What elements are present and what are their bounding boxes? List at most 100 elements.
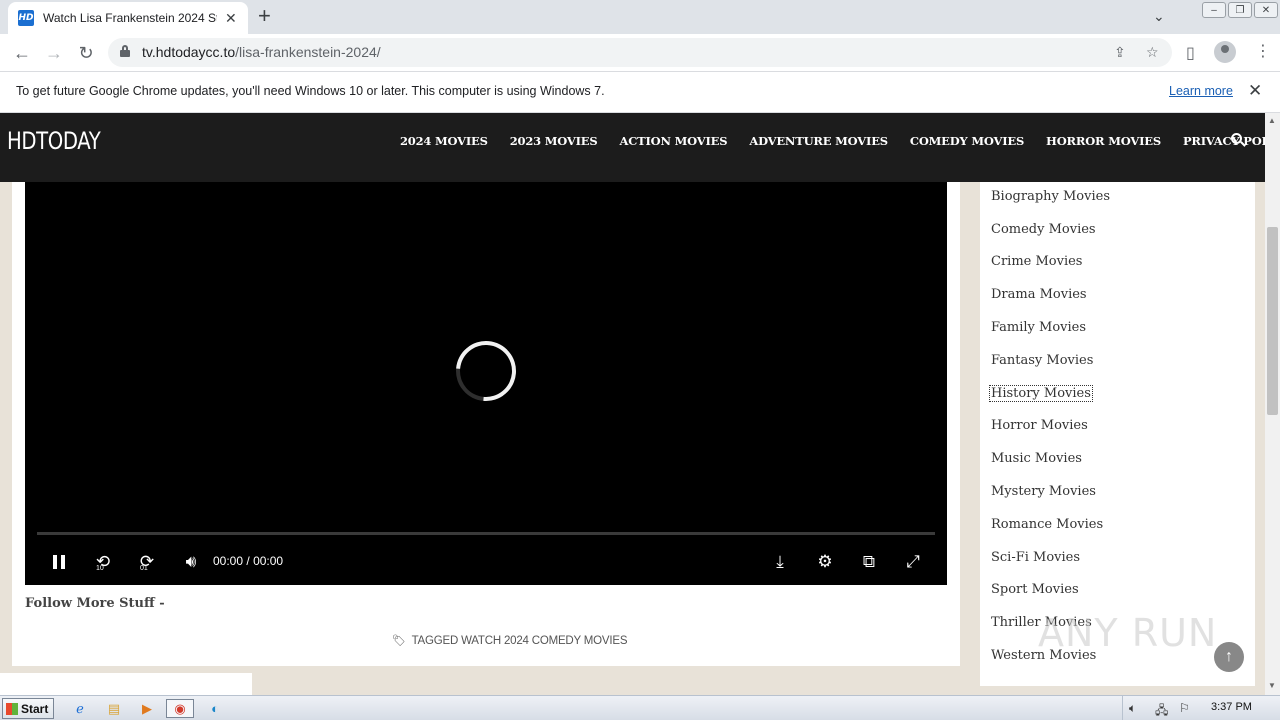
download-icon: ⤓	[776, 552, 784, 572]
sidebar-item-biography[interactable]: Biography Movies	[991, 189, 1110, 204]
browser-tab[interactable]: HD Watch Lisa Frankenstein 2024 Strea ✕	[8, 2, 248, 34]
nav-item-2024-movies[interactable]: 2024 MOVIES	[400, 134, 488, 148]
restore-button[interactable]: ❐	[1228, 2, 1252, 18]
rewind-seconds: 10	[96, 565, 104, 572]
nav-item-horror-movies[interactable]: HORROR MOVIES	[1046, 134, 1161, 148]
window-controls: – ❐ ✕	[1202, 0, 1280, 20]
volume-button[interactable]: 🔊︎	[179, 550, 203, 574]
sidebar-item-music[interactable]: Music Movies	[991, 451, 1082, 466]
edge-icon[interactable]: ◐	[205, 699, 225, 718]
search-icon[interactable]	[1231, 133, 1247, 149]
windows-taskbar: Start ℯ ▤ ▶ ◉ ◐ 🔈︎ 🖧︎ ⚐ 3:37 PM	[0, 695, 1280, 720]
bottom-strip	[0, 673, 252, 695]
follow-more-text: Follow More Stuff -	[25, 596, 165, 611]
media-player-icon[interactable]: ▶	[137, 699, 157, 718]
nav-item-2023-movies[interactable]: 2023 MOVIES	[510, 134, 598, 148]
windows-logo-icon	[6, 702, 18, 715]
profile-avatar-icon[interactable]	[1214, 41, 1236, 63]
fullscreen-icon: ⤢	[906, 552, 920, 572]
tagged-label: TAGGED	[411, 635, 459, 647]
video-progress-bar[interactable]	[37, 532, 935, 535]
sidebar-item-romance[interactable]: Romance Movies	[991, 517, 1103, 532]
site-header: HDTODAY 2024 MOVIES 2023 MOVIES ACTION M…	[0, 113, 1265, 182]
sidebar-item-crime[interactable]: Crime Movies	[991, 254, 1082, 269]
back-arrow-icon[interactable]: ←	[10, 41, 34, 65]
pip-icon: ⧉	[862, 552, 876, 572]
post-tags: 🏷︎ TAGGED WATCH 2024 COMEDY MOVIES	[392, 634, 628, 647]
tab-title: Watch Lisa Frankenstein 2024 Strea	[43, 11, 217, 25]
tag-icon: 🏷︎	[392, 635, 406, 647]
scroll-down-arrow-icon[interactable]: ▼	[1268, 681, 1276, 690]
sidebar-item-mystery[interactable]: Mystery Movies	[991, 484, 1096, 499]
network-tray-icon[interactable]: 🖧︎	[1155, 701, 1168, 720]
share-icon[interactable]: ⇪	[1114, 44, 1126, 61]
infobar-message: To get future Google Chrome updates, you…	[16, 84, 605, 98]
browser-toolbar: ← → ↻ tv.hdtodaycc.to/lisa-frankenstein-…	[0, 34, 1280, 72]
start-label: Start	[21, 701, 49, 716]
action-center-flag-icon[interactable]: ⚐	[1179, 701, 1190, 715]
scroll-to-top-button[interactable]: ↑	[1214, 642, 1244, 672]
tab-search-chevron-icon[interactable]: ⌄	[1153, 8, 1165, 25]
forward-arrow-icon[interactable]: →	[42, 41, 66, 65]
sidebar-item-comedy[interactable]: Comedy Movies	[991, 222, 1096, 237]
close-window-button[interactable]: ✕	[1254, 2, 1278, 18]
video-player[interactable]: ⟲ 10 ⟳ 01 🔊︎ 00:00 / 00:00 ⤓ ⚙ ⧉ ⤢	[25, 182, 947, 585]
side-panel-icon[interactable]: ▯	[1186, 43, 1195, 63]
scroll-thumb[interactable]	[1267, 227, 1278, 415]
taskbar-clock[interactable]: 3:37 PM	[1211, 701, 1252, 713]
file-explorer-icon[interactable]: ▤	[104, 699, 124, 718]
site-favicon-icon: HD	[18, 10, 34, 26]
lock-icon[interactable]	[120, 45, 130, 57]
update-infobar: To get future Google Chrome updates, you…	[0, 72, 1280, 113]
bookmark-star-icon[interactable]: ☆	[1146, 44, 1159, 61]
rewind-10-button[interactable]: ⟲ 10	[91, 550, 115, 574]
sidebar-item-fantasy[interactable]: Fantasy Movies	[991, 353, 1093, 368]
sidebar-item-history[interactable]: History Movies	[989, 385, 1093, 402]
scroll-up-arrow-icon[interactable]: ▲	[1268, 116, 1276, 125]
sidebar-item-horror[interactable]: Horror Movies	[991, 418, 1088, 433]
duration: 00:00	[253, 554, 284, 568]
picture-in-picture-button[interactable]: ⧉	[857, 550, 881, 574]
time-display: 00:00 / 00:00	[213, 554, 283, 568]
download-button[interactable]: ⤓	[767, 550, 793, 574]
nav-item-comedy-movies[interactable]: COMEDY MOVIES	[910, 134, 1024, 148]
sidebar-item-drama[interactable]: Drama Movies	[991, 287, 1087, 302]
url-text[interactable]: tv.hdtodaycc.to/lisa-frankenstein-2024/	[142, 44, 381, 60]
gear-icon: ⚙	[817, 552, 833, 572]
start-button[interactable]: Start	[2, 698, 54, 719]
tag-link[interactable]: WATCH 2024 COMEDY MOVIES	[461, 635, 627, 647]
nav-item-action-movies[interactable]: ACTION MOVIES	[619, 134, 727, 148]
volume-tray-icon[interactable]: 🔈︎	[1129, 701, 1136, 716]
address-bar[interactable]: tv.hdtodaycc.to/lisa-frankenstein-2024/ …	[108, 38, 1172, 67]
forward-button[interactable]: ⟳ 01	[135, 550, 159, 574]
loading-spinner-icon	[443, 328, 529, 414]
settings-button[interactable]: ⚙	[813, 550, 837, 574]
sidebar-item-sci-fi[interactable]: Sci-Fi Movies	[991, 550, 1080, 565]
browser-tab-strip: HD Watch Lisa Frankenstein 2024 Strea ✕ …	[0, 0, 1280, 34]
reload-icon[interactable]: ↻	[74, 41, 98, 65]
forward-seconds: 01	[140, 565, 148, 572]
sidebar-item-family[interactable]: Family Movies	[991, 320, 1086, 335]
nav-item-privacy-policy[interactable]: PRIVACY POLICY	[1183, 134, 1265, 148]
sidebar-item-sport[interactable]: Sport Movies	[991, 582, 1079, 597]
close-icon[interactable]: ✕	[1248, 81, 1262, 101]
new-tab-button[interactable]: +	[258, 5, 271, 27]
volume-icon: 🔊︎	[185, 552, 197, 572]
main-nav: 2024 MOVIES 2023 MOVIES ACTION MOVIES AD…	[400, 134, 1265, 148]
close-tab-icon[interactable]: ✕	[225, 10, 237, 27]
internet-explorer-icon[interactable]: ℯ	[70, 699, 90, 718]
chrome-menu-icon[interactable]: ⋮	[1255, 41, 1271, 61]
arrow-up-icon: ↑	[1225, 648, 1233, 665]
nav-item-adventure-movies[interactable]: ADVENTURE MOVIES	[749, 134, 888, 148]
current-time: 00:00	[213, 554, 244, 568]
time-separator: /	[246, 554, 250, 568]
chrome-taskbar-icon[interactable]: ◉	[166, 699, 194, 718]
fullscreen-button[interactable]: ⤢	[901, 550, 925, 574]
minimize-button[interactable]: –	[1202, 2, 1226, 18]
page-scrollbar[interactable]: ▲ ▼	[1265, 113, 1280, 695]
pause-button[interactable]	[51, 550, 67, 574]
site-logo[interactable]: HDTODAY	[7, 127, 101, 155]
learn-more-link[interactable]: Learn more	[1169, 84, 1233, 98]
system-tray: 🔈︎ 🖧︎ ⚐ 3:37 PM	[1122, 696, 1280, 720]
anyrun-watermark: ANY RUN	[1038, 611, 1218, 655]
